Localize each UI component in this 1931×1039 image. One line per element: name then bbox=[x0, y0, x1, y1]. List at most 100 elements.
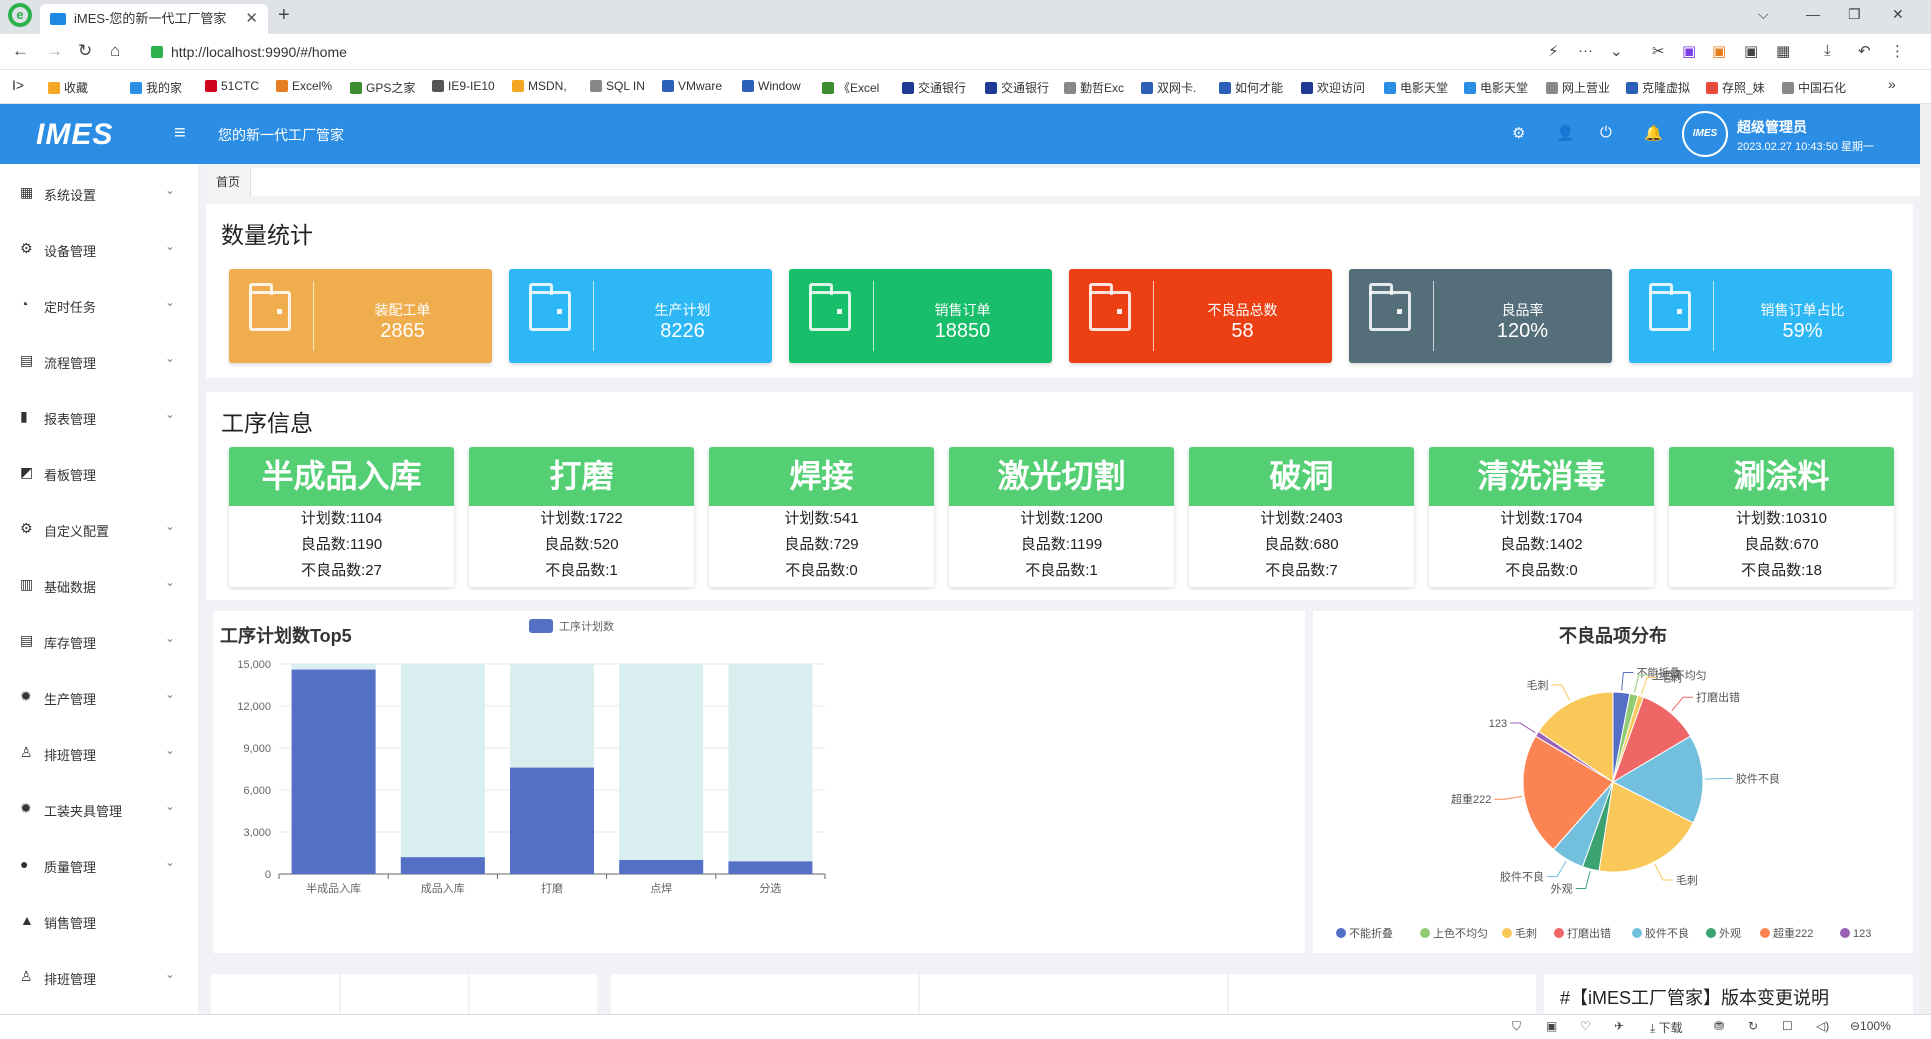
bar[interactable] bbox=[728, 861, 813, 874]
sidebar-item[interactable]: ▤ 库存管理 ⌄ bbox=[0, 612, 198, 668]
close-window-button[interactable]: ✕ bbox=[1892, 6, 1904, 23]
stat-card[interactable]: 生产计划 8226 bbox=[509, 269, 772, 363]
sidebar-item[interactable]: ▦ 系统设置 ⌄ bbox=[0, 164, 198, 220]
chevron-down-icon[interactable]: ⌄ bbox=[165, 855, 175, 869]
new-tab-button[interactable]: + bbox=[278, 4, 290, 27]
reader-icon[interactable]: ▣ bbox=[1744, 42, 1758, 60]
bookmark-item[interactable]: VMware bbox=[662, 79, 722, 93]
bookmark-item[interactable]: IE9-IE10 bbox=[432, 79, 495, 93]
status-bar-icon[interactable]: ⊖100% bbox=[1850, 1019, 1891, 1033]
status-bar-icon[interactable]: ☐ bbox=[1782, 1019, 1793, 1033]
username[interactable]: 超级管理员 bbox=[1737, 117, 1807, 137]
sidebar-item[interactable]: ▲ 销售管理 bbox=[0, 892, 198, 948]
bookmark-item[interactable]: 交通银行 bbox=[902, 79, 966, 96]
extension-icon[interactable]: ▣ bbox=[1682, 42, 1696, 60]
legend-label[interactable]: 工序计划数 bbox=[559, 619, 614, 633]
status-bar-icon[interactable]: ◁) bbox=[1816, 1019, 1829, 1033]
dropdown-icon[interactable]: ⌄ bbox=[1610, 42, 1623, 60]
bookmark-item[interactable]: 勤哲Exc bbox=[1064, 79, 1124, 96]
legend-swatch[interactable] bbox=[529, 619, 553, 633]
bookmark-item[interactable]: 51CTC bbox=[205, 79, 259, 93]
power-icon[interactable]: ⏻ bbox=[1600, 124, 1612, 141]
legend-dot[interactable] bbox=[1706, 928, 1716, 938]
process-card[interactable]: 打磨 计划数:1722 良品数:520 不良品数:1 bbox=[469, 447, 694, 587]
status-bar-icon[interactable]: ▣ bbox=[1546, 1019, 1557, 1033]
sidebar-item[interactable]: ▥ 基础数据 ⌄ bbox=[0, 556, 198, 612]
stat-card[interactable]: 销售订单 18850 bbox=[789, 269, 1052, 363]
bell-icon[interactable]: 🔔 bbox=[1644, 124, 1663, 142]
chevron-down-icon[interactable]: ⌄ bbox=[165, 743, 175, 757]
home-button[interactable]: ⌂ bbox=[110, 41, 120, 61]
chevron-down-icon[interactable]: ⌄ bbox=[165, 351, 175, 365]
chevron-down-icon[interactable]: ⌄ bbox=[165, 407, 175, 421]
process-card[interactable]: 破洞 计划数:2403 良品数:680 不良品数:7 bbox=[1189, 447, 1414, 587]
chevron-down-icon[interactable]: ⌄ bbox=[165, 575, 175, 589]
bookmark-item[interactable]: 电影天堂 bbox=[1464, 79, 1528, 96]
back-button[interactable]: ← bbox=[12, 41, 29, 61]
bookmark-item[interactable]: 《Excel bbox=[822, 79, 879, 96]
legend-dot[interactable] bbox=[1554, 928, 1564, 938]
sidebar-item[interactable]: ▮ 报表管理 ⌄ bbox=[0, 388, 198, 444]
legend-label[interactable]: 上色不均匀 bbox=[1433, 926, 1488, 940]
bookmark-item[interactable]: 双网卡. bbox=[1141, 79, 1196, 96]
status-bar-icon[interactable]: ⛃ bbox=[1714, 1019, 1724, 1033]
reload-button[interactable]: ↻ bbox=[78, 41, 92, 61]
bar[interactable] bbox=[510, 767, 594, 874]
bookmark-item[interactable]: 如何才能 bbox=[1219, 79, 1283, 96]
chevron-down-icon[interactable]: ⌄ bbox=[165, 631, 175, 645]
legend-label[interactable]: 胶件不良 bbox=[1645, 926, 1689, 940]
sidebar-item[interactable]: ✹ 生产管理 ⌄ bbox=[0, 668, 198, 724]
legend-label[interactable]: 外观 bbox=[1719, 927, 1741, 940]
browser-tab[interactable]: iMES-您的新一代工厂管家 ✕ bbox=[40, 4, 268, 34]
process-card[interactable]: 清洗消毒 计划数:1704 良品数:1402 不良品数:0 bbox=[1429, 447, 1654, 587]
bar[interactable] bbox=[291, 669, 376, 874]
chevron-down-icon[interactable]: ⌄ bbox=[165, 295, 175, 309]
bookmark-item[interactable]: 存照_妹 bbox=[1706, 79, 1765, 96]
bookmark-item[interactable]: 欢迎访问 bbox=[1301, 79, 1365, 96]
legend-dot[interactable] bbox=[1502, 928, 1512, 938]
status-bar-icon[interactable]: ♡ bbox=[1580, 1019, 1591, 1033]
stat-card[interactable]: 装配工单 2865 bbox=[229, 269, 492, 363]
status-bar-icon[interactable]: ⛉ bbox=[1512, 1019, 1521, 1034]
bookmark-item[interactable]: 交通银行 bbox=[985, 79, 1049, 96]
minimize-button[interactable]: — bbox=[1806, 6, 1820, 22]
legend-dot[interactable] bbox=[1420, 928, 1430, 938]
bookmark-item[interactable]: MSDN, bbox=[512, 79, 567, 93]
bookmark-item[interactable]: Excel% bbox=[276, 79, 332, 93]
stat-card[interactable]: 不良品总数 58 bbox=[1069, 269, 1332, 363]
menu-icon[interactable]: ⋮ bbox=[1890, 42, 1905, 60]
legend-label[interactable]: 不能折叠 bbox=[1349, 926, 1393, 940]
stat-card[interactable]: 良品率 120% bbox=[1349, 269, 1612, 363]
chevron-down-icon[interactable]: ⌄ bbox=[165, 519, 175, 533]
process-card[interactable]: 涮涂料 计划数:10310 良品数:670 不良品数:18 bbox=[1669, 447, 1894, 587]
restore-button[interactable]: ❐ bbox=[1848, 6, 1861, 23]
bookmark-item[interactable]: 电影天堂 bbox=[1384, 79, 1448, 96]
sidebar-item[interactable]: ✹ 工装夹具管理 ⌄ bbox=[0, 780, 198, 836]
game-icon[interactable]: ▣ bbox=[1712, 42, 1726, 60]
legend-dot[interactable] bbox=[1336, 928, 1346, 938]
sidebar-item[interactable]: ◔ 定时任务 ⌄ bbox=[0, 276, 198, 332]
settings-icon[interactable]: ⚙ bbox=[1512, 124, 1525, 142]
sidebar-item[interactable]: ♙ 排班管理 ⌄ bbox=[0, 724, 198, 780]
stat-card[interactable]: 销售订单占比 59% bbox=[1629, 269, 1892, 363]
tab-close-icon[interactable]: ✕ bbox=[245, 4, 258, 34]
sidebar-item[interactable]: ⚙ 设备管理 ⌄ bbox=[0, 220, 198, 276]
page-scrollbar[interactable] bbox=[1920, 104, 1931, 1014]
process-card[interactable]: 焊接 计划数:541 良品数:729 不良品数:0 bbox=[709, 447, 934, 587]
avatar[interactable]: IMES bbox=[1682, 111, 1728, 157]
sidebar-item[interactable]: ▤ 流程管理 ⌄ bbox=[0, 332, 198, 388]
legend-label[interactable]: 毛刺 bbox=[1515, 927, 1537, 940]
sidebar-toggle-icon[interactable]: I> bbox=[12, 77, 24, 93]
user-icon[interactable]: 👤 bbox=[1556, 124, 1575, 142]
status-bar-icon[interactable]: ✈ bbox=[1614, 1019, 1624, 1033]
legend-dot[interactable] bbox=[1840, 928, 1850, 938]
chevron-down-icon[interactable]: ⌄ bbox=[165, 799, 175, 813]
process-card[interactable]: 半成品入库 计划数:1104 良品数:1190 不良品数:27 bbox=[229, 447, 454, 587]
speed-icon[interactable]: ⚡ bbox=[1548, 42, 1559, 60]
bookmark-item[interactable]: 收藏 bbox=[48, 79, 88, 96]
more-icon[interactable]: ··· bbox=[1578, 42, 1593, 59]
download-icon[interactable]: ⤓ bbox=[1824, 42, 1831, 59]
apps-icon[interactable]: ▦ bbox=[1776, 42, 1790, 60]
chevron-down-icon[interactable]: ⌄ bbox=[165, 967, 175, 981]
scissors-icon[interactable]: ✂ bbox=[1652, 42, 1665, 60]
